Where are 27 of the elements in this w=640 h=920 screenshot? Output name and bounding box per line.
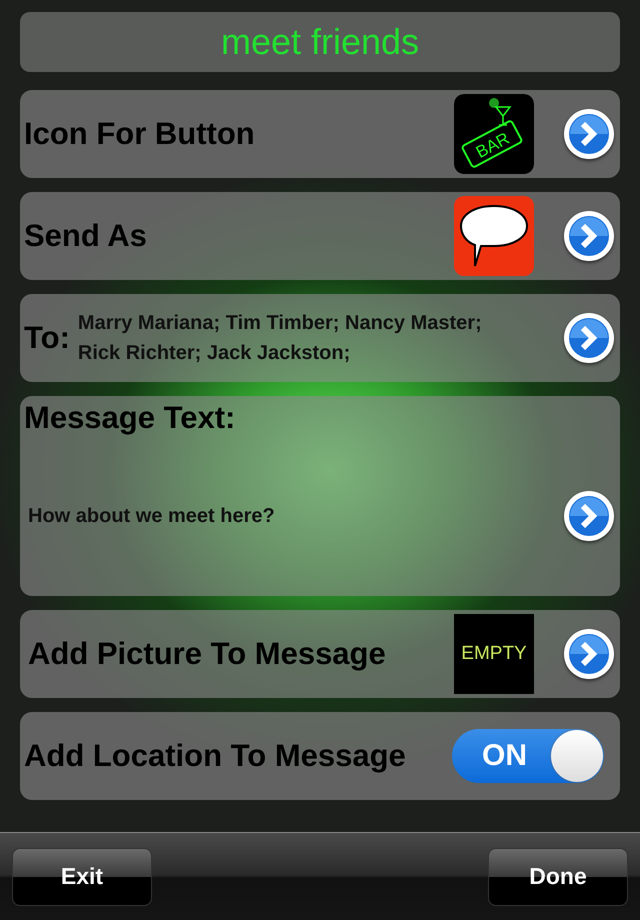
cocktail-glass-icon [489, 98, 512, 126]
screen-title: meet friends [20, 12, 620, 72]
disclosure-button[interactable] [564, 211, 614, 261]
disclosure-button[interactable] [564, 109, 614, 159]
toggle-switch[interactable]: ON [452, 729, 604, 783]
disclosure-button[interactable] [564, 313, 614, 363]
settings-row[interactable]: Add Location To Message ON [20, 712, 620, 800]
exit-button[interactable]: Exit [12, 848, 152, 906]
disclosure-button[interactable] [564, 629, 614, 679]
row-label: Icon For Button [24, 116, 256, 152]
message-text: How about we meet here? [27, 504, 276, 528]
speech-bubble-icon [454, 196, 534, 276]
settings-row[interactable]: To: Marry Mariana; Tim Timber; Nancy Master; Rick Richter; Jack Jackston; [20, 294, 620, 382]
row-label: Add Location To Message [24, 738, 407, 774]
picture-placeholder: EMPTY [454, 614, 534, 694]
settings-row[interactable]: Message Text: How about we meet here? [20, 396, 620, 596]
disclosure-button[interactable] [564, 491, 614, 541]
settings-row[interactable]: Add Picture To Message EMPTY [20, 610, 620, 698]
row-label: Message Text: [24, 400, 236, 436]
done-button[interactable]: Done [488, 848, 628, 906]
row-label: Send As [24, 218, 148, 254]
settings-row[interactable]: Icon For Button BAR [20, 90, 620, 178]
settings-row[interactable]: Send As [20, 192, 620, 280]
recipients-text: Marry Mariana; Tim Timber; Nancy Master; Rick Richter; Jack Jackston; [78, 311, 483, 366]
row-label: To: [24, 320, 70, 356]
row-label: Add Picture To Message [27, 636, 387, 672]
bar-sign: BAR [460, 119, 524, 169]
